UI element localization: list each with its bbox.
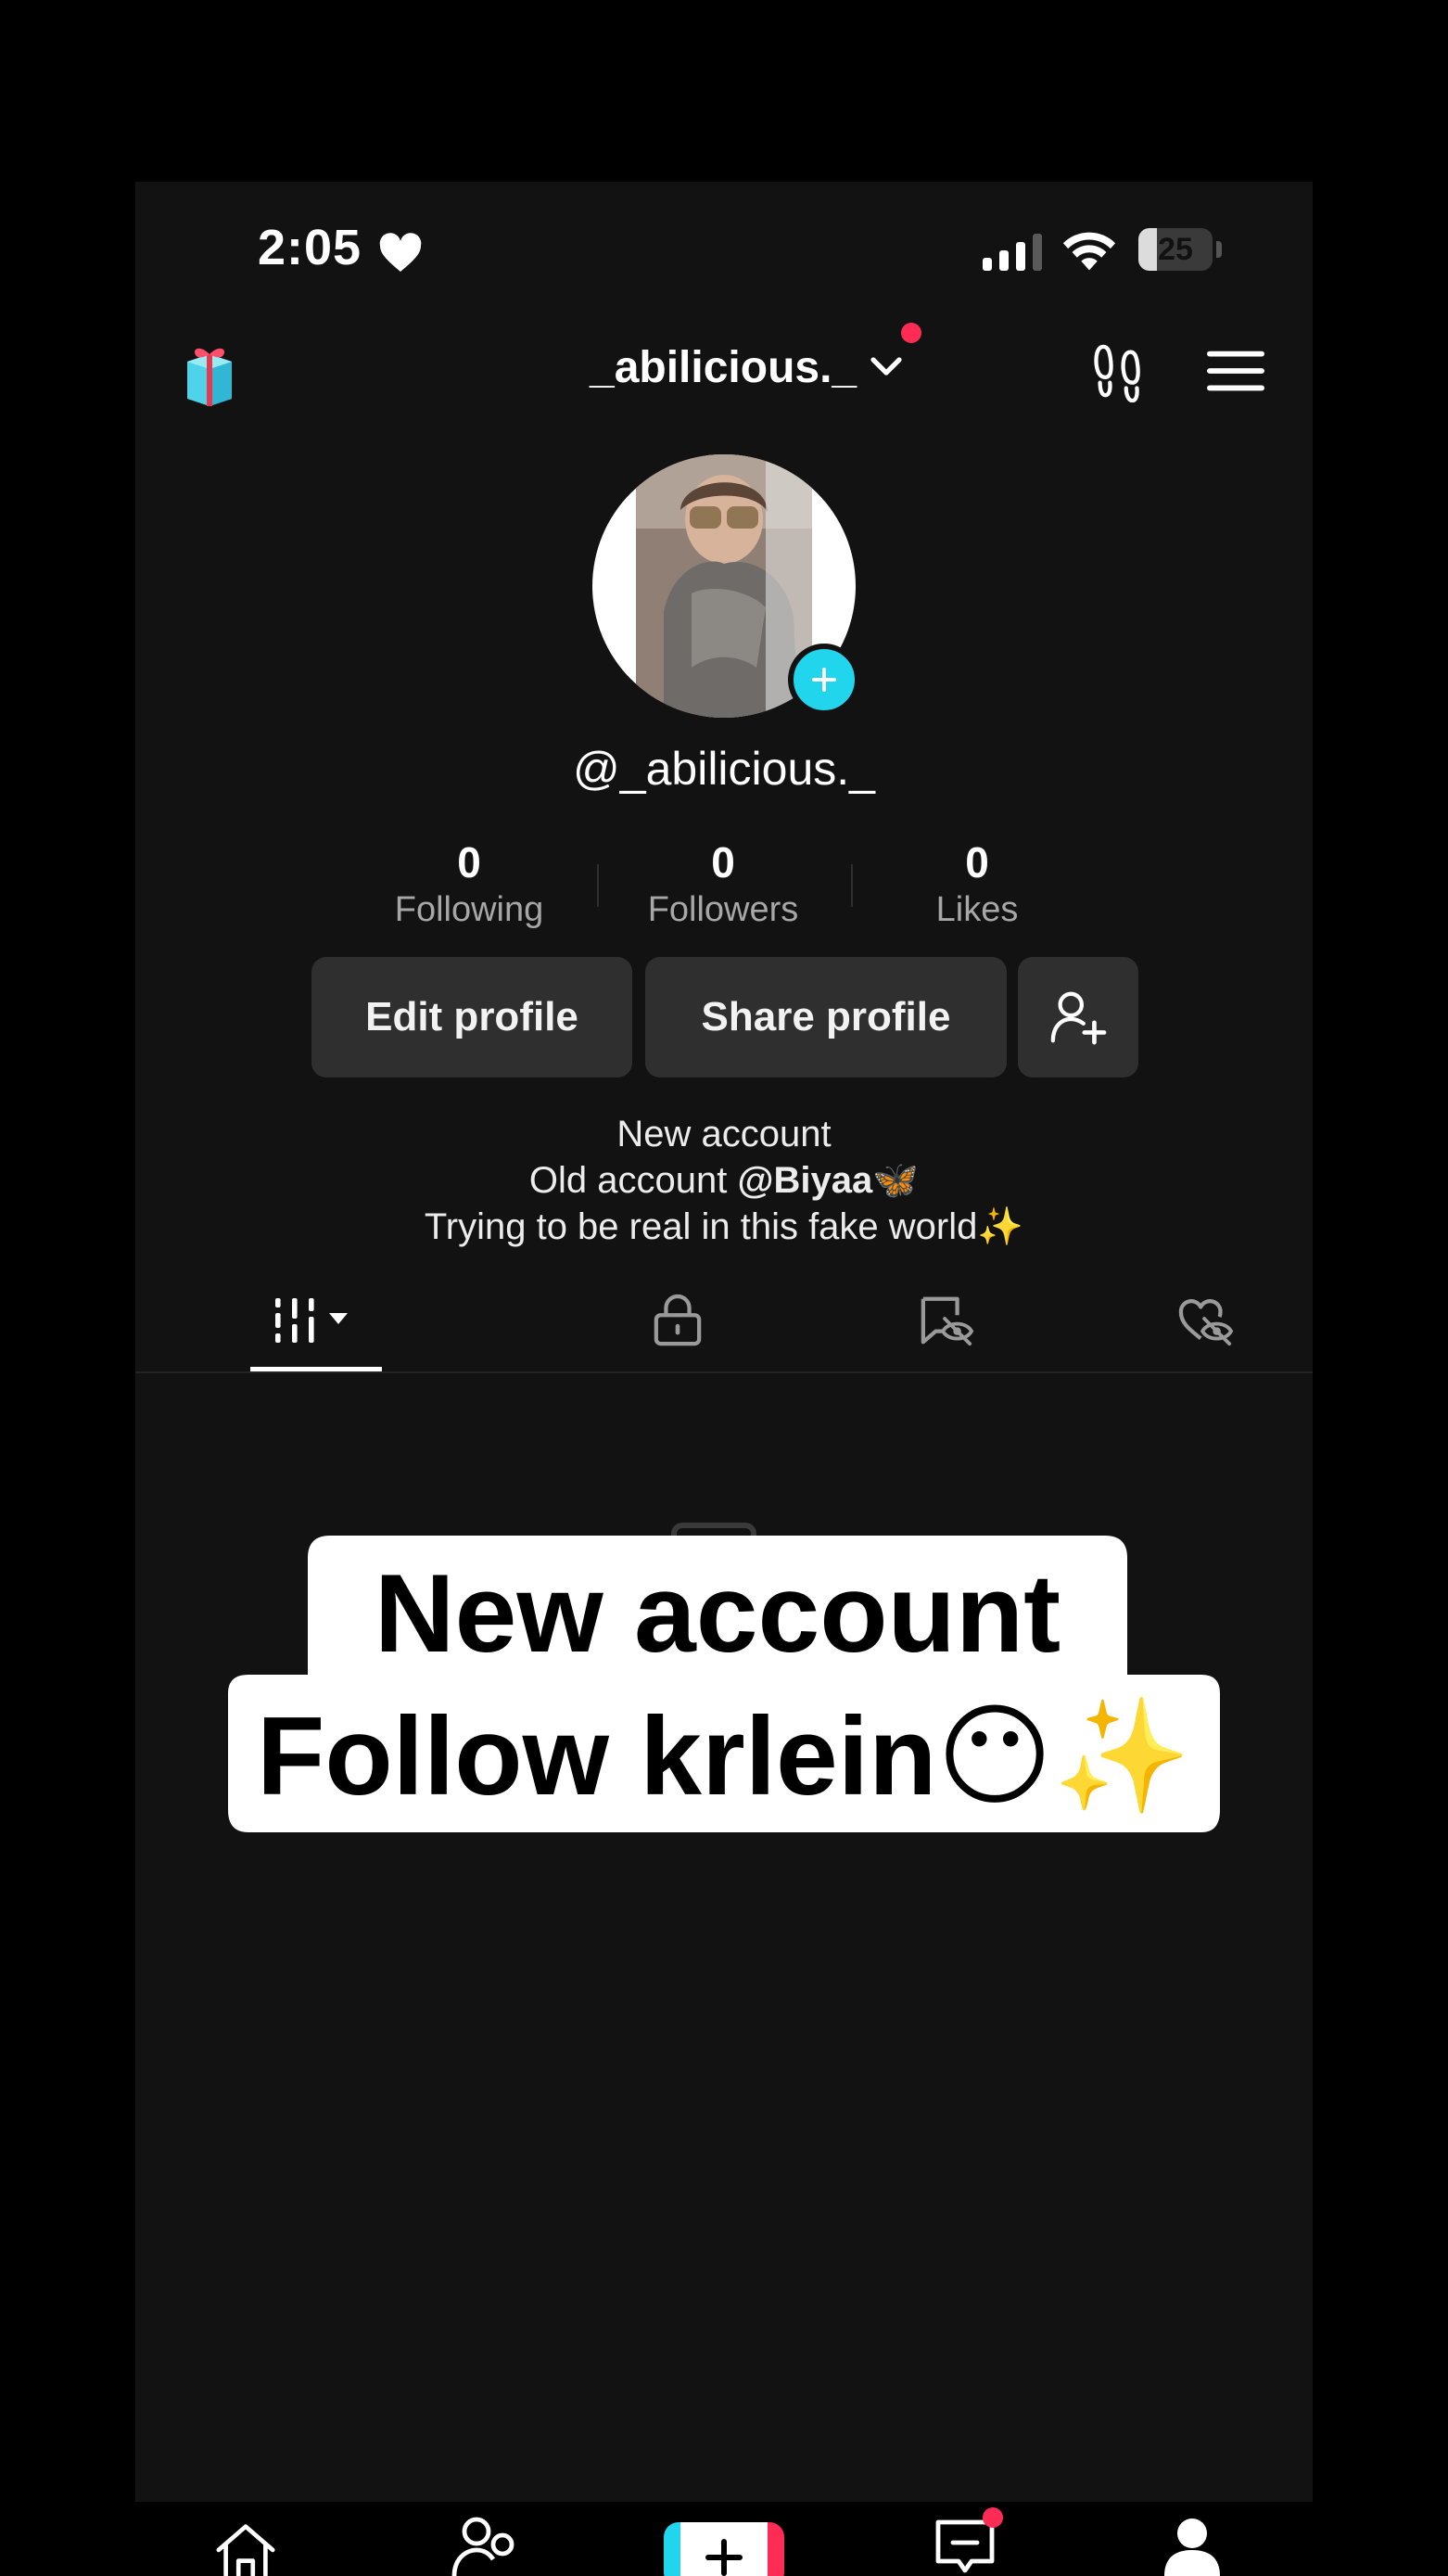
caption-line-1: New account [374, 1551, 1061, 1676]
sparkle-emoji: ✨ [1052, 1694, 1191, 1818]
add-user-icon [1050, 991, 1107, 1045]
add-friend-button[interactable] [1018, 957, 1138, 1078]
profile-photo [636, 454, 812, 718]
stat-following[interactable]: 0 Following [376, 836, 562, 930]
bio-text: Old account [528, 1160, 738, 1201]
hidden-repost-icon [921, 1296, 974, 1346]
bio-line-3: Trying to be real in this fake world✨ [135, 1204, 1313, 1250]
caption-line-2: Follow krlein😶✨ [135, 1701, 1313, 1812]
following-count: 0 [457, 838, 481, 886]
battery-indicator: 25 [1138, 228, 1224, 271]
wifi-icon [1062, 232, 1116, 271]
share-profile-button[interactable]: Share profile [645, 957, 1007, 1078]
stat-followers[interactable]: 0 Followers [630, 836, 816, 930]
gift-icon[interactable] [180, 339, 239, 406]
menu-icon[interactable] [1207, 349, 1264, 393]
add-avatar-button[interactable] [788, 644, 860, 716]
stat-likes[interactable]: 0 Likes [884, 836, 1070, 930]
likes-label: Likes [935, 890, 1019, 929]
followers-label: Followers [647, 890, 799, 929]
heart-icon [379, 233, 422, 272]
tab-videos[interactable] [250, 1276, 382, 1365]
chevron-down-icon [870, 357, 902, 376]
signal-icon [983, 234, 1042, 271]
notification-dot [901, 323, 921, 343]
stat-divider [597, 864, 599, 907]
bottom-nav [135, 2502, 1313, 2576]
create-button[interactable] [664, 2522, 784, 2576]
inbox-notification-dot [983, 2507, 1003, 2528]
stat-divider [851, 864, 853, 907]
plus-icon [812, 668, 836, 692]
edit-profile-button[interactable]: Edit profile [311, 957, 632, 1078]
battery-level: 25 [1158, 232, 1193, 267]
footprint-icon[interactable] [1090, 341, 1146, 402]
hidden-heart-icon [1178, 1299, 1234, 1346]
caption-text: Follow krlein [257, 1694, 937, 1818]
profile-icon[interactable] [1164, 2517, 1220, 2576]
bio-line-2: Old account @Biyaa🦋 [135, 1157, 1313, 1204]
following-label: Following [394, 890, 544, 929]
tab-reposts-hidden[interactable] [886, 1276, 1007, 1365]
grid-icon [275, 1298, 348, 1343]
profile-screen: 2:05 25 _abilicious._ @_abilicious._ 0 F… [135, 182, 1313, 2576]
bio-text: Trying to be real in this fake world [424, 1206, 978, 1247]
plus-icon [705, 2539, 743, 2576]
account-switcher[interactable]: _abilicious._ [590, 338, 905, 397]
home-icon[interactable] [213, 2520, 278, 2576]
profile-handle: @_abilicious._ [573, 743, 875, 795]
tab-private[interactable] [617, 1276, 738, 1365]
bio-line-1: New account [616, 1114, 832, 1154]
followers-count: 0 [711, 838, 735, 886]
lock-icon [654, 1294, 702, 1346]
sparkle-emoji: ✨ [977, 1206, 1024, 1247]
tab-liked-hidden[interactable] [1146, 1276, 1266, 1365]
no-mouth-face-emoji: 😶 [936, 1694, 1053, 1818]
overlay-caption: New account Follow krlein😶✨ [135, 1536, 1313, 1869]
status-time: 2:05 [258, 220, 362, 275]
likes-count: 0 [965, 838, 989, 886]
friends-icon[interactable] [451, 2515, 521, 2576]
bio-mention[interactable]: @Biyaa [738, 1160, 873, 1201]
divider [135, 1371, 1313, 1373]
account-name: _abilicious._ [590, 342, 857, 392]
butterfly-emoji: 🦋 [872, 1160, 920, 1201]
